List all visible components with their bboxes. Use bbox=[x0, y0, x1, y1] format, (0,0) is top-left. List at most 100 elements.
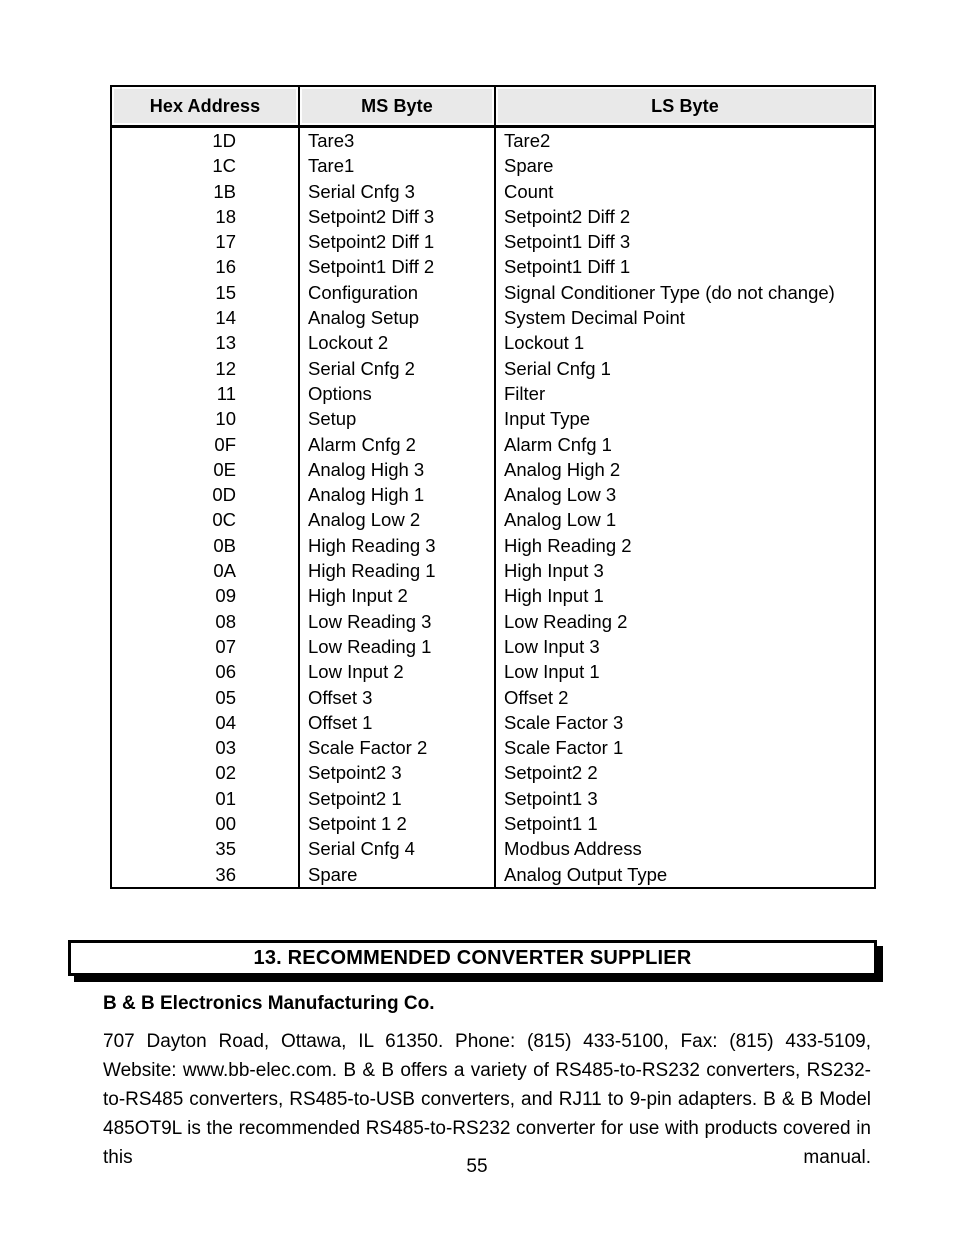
cell-ls-byte: High Input 3 bbox=[495, 558, 876, 584]
table-row: 0D Analog High 1 Analog Low 3 bbox=[110, 482, 876, 508]
column-header-ls-byte: LS Byte bbox=[494, 85, 876, 128]
table-row: 15 Configuration Signal Conditioner Type (… bbox=[110, 279, 876, 306]
table-row: 16 Setpoint1 Diff 2 Setpoint1 Diff 1 bbox=[110, 254, 876, 280]
cell-hex-address: 18 bbox=[110, 203, 300, 230]
cell-ls-byte: Input Type bbox=[495, 406, 876, 432]
cell-hex-address: 12 bbox=[110, 355, 300, 381]
cell-hex-address: 14 bbox=[110, 305, 300, 331]
cell-hex-address: 00 bbox=[110, 811, 300, 837]
cell-ms-byte: Serial Cnfg 2 bbox=[299, 355, 496, 381]
cell-ls-byte: Setpoint1 Diff 1 bbox=[495, 254, 876, 280]
cell-hex-address: 06 bbox=[110, 659, 300, 685]
cell-ms-byte: Setpoint1 Diff 2 bbox=[299, 254, 496, 280]
cell-ms-byte: Scale Factor 2 bbox=[299, 735, 496, 761]
cell-ms-byte: Setpoint2 3 bbox=[299, 760, 496, 786]
page-number: 55 bbox=[466, 1156, 488, 1177]
table-row: 06 Low Input 2 Low Input 1 bbox=[110, 659, 876, 685]
cell-ms-byte: Serial Cnfg 4 bbox=[299, 836, 496, 862]
table-row: 07 Low Reading 1 Low Input 3 bbox=[110, 633, 876, 660]
cell-ls-byte: Tare2 bbox=[495, 126, 876, 154]
section-heading: 13. RECOMMENDED CONVERTER SUPPLIER bbox=[68, 940, 883, 982]
cell-ms-byte: Analog High 3 bbox=[299, 456, 496, 483]
table-row: 09 High Input 2 High Input 1 bbox=[110, 583, 876, 609]
cell-hex-address: 03 bbox=[110, 735, 300, 761]
section-heading-box: 13. RECOMMENDED CONVERTER SUPPLIER bbox=[68, 940, 877, 976]
cell-ms-byte: Offset 1 bbox=[299, 709, 496, 736]
table-row: 10 Setup Input Type bbox=[110, 406, 876, 432]
table-row: 01 Setpoint2 1 Setpoint1 3 bbox=[110, 785, 876, 812]
cell-ms-byte: Setpoint2 Diff 1 bbox=[299, 229, 496, 255]
cell-ms-byte: Tare1 bbox=[299, 153, 496, 179]
cell-hex-address: 17 bbox=[110, 229, 300, 255]
cell-ls-byte: High Reading 2 bbox=[495, 532, 876, 559]
cell-ls-byte: System Decimal Point bbox=[495, 305, 876, 331]
cell-ls-byte: Signal Conditioner Type (do not change) bbox=[495, 279, 876, 306]
table-row: 05 Offset 3 Offset 2 bbox=[110, 684, 876, 710]
cell-hex-address: 15 bbox=[110, 279, 300, 306]
cell-ms-byte: Lockout 2 bbox=[299, 330, 496, 356]
cell-ls-byte: Lockout 1 bbox=[495, 330, 876, 356]
cell-hex-address: 01 bbox=[110, 785, 300, 812]
cell-ls-byte: Scale Factor 3 bbox=[495, 709, 876, 736]
table-header-row: Hex Address MS Byte LS Byte bbox=[110, 85, 876, 128]
cell-ms-byte: Low Reading 1 bbox=[299, 633, 496, 660]
table-row: 00 Setpoint 1 2 Setpoint1 1 bbox=[110, 811, 876, 837]
cell-hex-address: 0A bbox=[110, 558, 300, 584]
section-heading-label: 13. RECOMMENDED CONVERTER SUPPLIER bbox=[253, 946, 692, 969]
cell-ms-byte: Setup bbox=[299, 406, 496, 432]
cell-ls-byte: Serial Cnfg 1 bbox=[495, 355, 876, 381]
cell-hex-address: 02 bbox=[110, 760, 300, 786]
cell-ms-byte: Serial Cnfg 3 bbox=[299, 178, 496, 204]
cell-hex-address: 0C bbox=[110, 507, 300, 533]
cell-hex-address: 10 bbox=[110, 406, 300, 432]
cell-ms-byte: Tare3 bbox=[299, 126, 496, 154]
cell-ms-byte: Setpoint 1 2 bbox=[299, 811, 496, 837]
cell-ms-byte: Spare bbox=[299, 861, 496, 889]
cell-ls-byte: Spare bbox=[495, 153, 876, 179]
cell-hex-address: 1D bbox=[110, 126, 300, 154]
cell-ls-byte: Analog Low 1 bbox=[495, 507, 876, 533]
table-row: 1B Serial Cnfg 3 Count bbox=[110, 178, 876, 204]
cell-ls-byte: Setpoint1 Diff 3 bbox=[495, 229, 876, 255]
table-row: 0C Analog Low 2 Analog Low 1 bbox=[110, 507, 876, 533]
cell-ls-byte: Scale Factor 1 bbox=[495, 735, 876, 761]
cell-hex-address: 05 bbox=[110, 684, 300, 710]
table-body: 1D Tare3 Tare2 1C Tare1 Spare 1B Serial Cnfg 3C… bbox=[110, 126, 876, 889]
cell-ms-byte: Setpoint2 1 bbox=[299, 785, 496, 812]
table-row: 0B High Reading 3 High Reading 2 bbox=[110, 532, 876, 559]
cell-ls-byte: Filter bbox=[495, 380, 876, 407]
table-row: 17 Setpoint2 Diff 1 Setpoint1 Diff 3 bbox=[110, 229, 876, 255]
table-row: 0F Alarm Cnfg 2 Alarm Cnfg 1 bbox=[110, 431, 876, 457]
cell-ms-byte: Analog Setup bbox=[299, 305, 496, 331]
cell-hex-address: 36 bbox=[110, 861, 300, 889]
supplier-name: B & B Electronics Manufacturing Co. bbox=[103, 993, 435, 1014]
register-map-table: Hex Address MS Byte LS Byte 1D Tare3 Tare2… bbox=[110, 85, 876, 889]
cell-ms-byte: High Reading 1 bbox=[299, 558, 496, 584]
cell-hex-address: 07 bbox=[110, 633, 300, 660]
cell-ms-byte: Configuration bbox=[299, 279, 496, 306]
cell-ls-byte: Low Input 3 bbox=[495, 633, 876, 660]
cell-ls-byte: Setpoint2 2 bbox=[495, 760, 876, 786]
cell-ls-byte: Analog Low 3 bbox=[495, 482, 876, 508]
column-header-hex-address: Hex Address bbox=[110, 85, 300, 128]
cell-ms-byte: Low Reading 3 bbox=[299, 608, 496, 634]
cell-ms-byte: Analog Low 2 bbox=[299, 507, 496, 533]
cell-ls-byte: Alarm Cnfg 1 bbox=[495, 431, 876, 457]
cell-ls-byte: Modbus Address bbox=[495, 836, 876, 862]
cell-hex-address: 13 bbox=[110, 330, 300, 356]
table-row: 03 Scale Factor 2 Scale Factor 1 bbox=[110, 735, 876, 761]
cell-ms-byte: Analog High 1 bbox=[299, 482, 496, 508]
cell-hex-address: 04 bbox=[110, 709, 300, 736]
cell-hex-address: 1C bbox=[110, 153, 300, 179]
cell-ms-byte: High Input 2 bbox=[299, 583, 496, 609]
cell-hex-address: 35 bbox=[110, 836, 300, 862]
cell-ls-byte: Analog High 2 bbox=[495, 456, 876, 483]
cell-hex-address: 0F bbox=[110, 431, 300, 457]
cell-hex-address: 1B bbox=[110, 178, 300, 204]
cell-ms-byte: Options bbox=[299, 380, 496, 407]
table-row: 18 Setpoint2 Diff 3 Setpoint2 Diff 2 bbox=[110, 203, 876, 230]
cell-hex-address: 0E bbox=[110, 456, 300, 483]
cell-hex-address: 11 bbox=[110, 380, 300, 407]
cell-ls-byte: Low Input 1 bbox=[495, 659, 876, 685]
cell-ls-byte: Setpoint1 3 bbox=[495, 785, 876, 812]
